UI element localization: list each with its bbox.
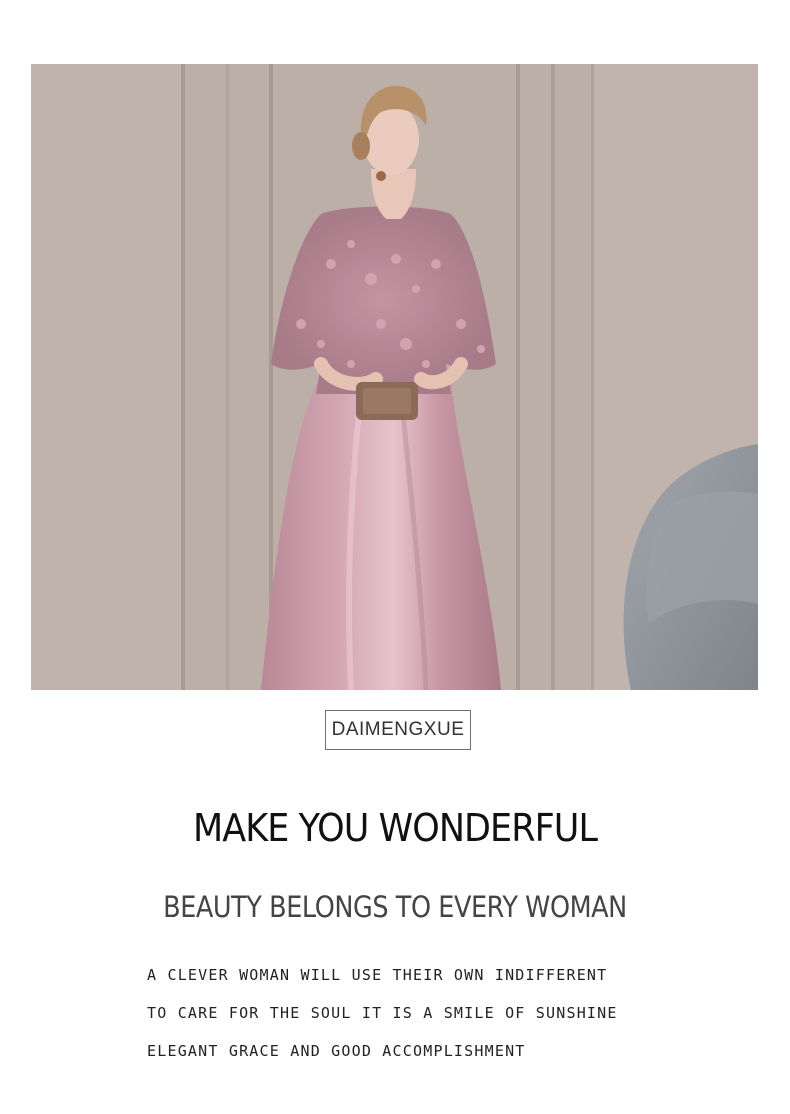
body-line-1: A CLEVER WOMAN WILL USE THEIR OWN INDIFF… <box>147 966 608 984</box>
hero-photo <box>31 64 758 690</box>
dress-photo-illustration <box>31 64 758 690</box>
subheadline: BEAUTY BELONGS TO EVERY WOMAN <box>163 890 627 924</box>
body-line-3: ELEGANT GRACE AND GOOD ACCOMPLISHMENT <box>147 1042 526 1060</box>
brand-badge: DAIMENGXUE <box>325 710 471 750</box>
body-line-2: TO CARE FOR THE SOUL IT IS A SMILE OF SU… <box>147 1004 618 1022</box>
headline: MAKE YOU WONDERFUL <box>192 806 598 850</box>
